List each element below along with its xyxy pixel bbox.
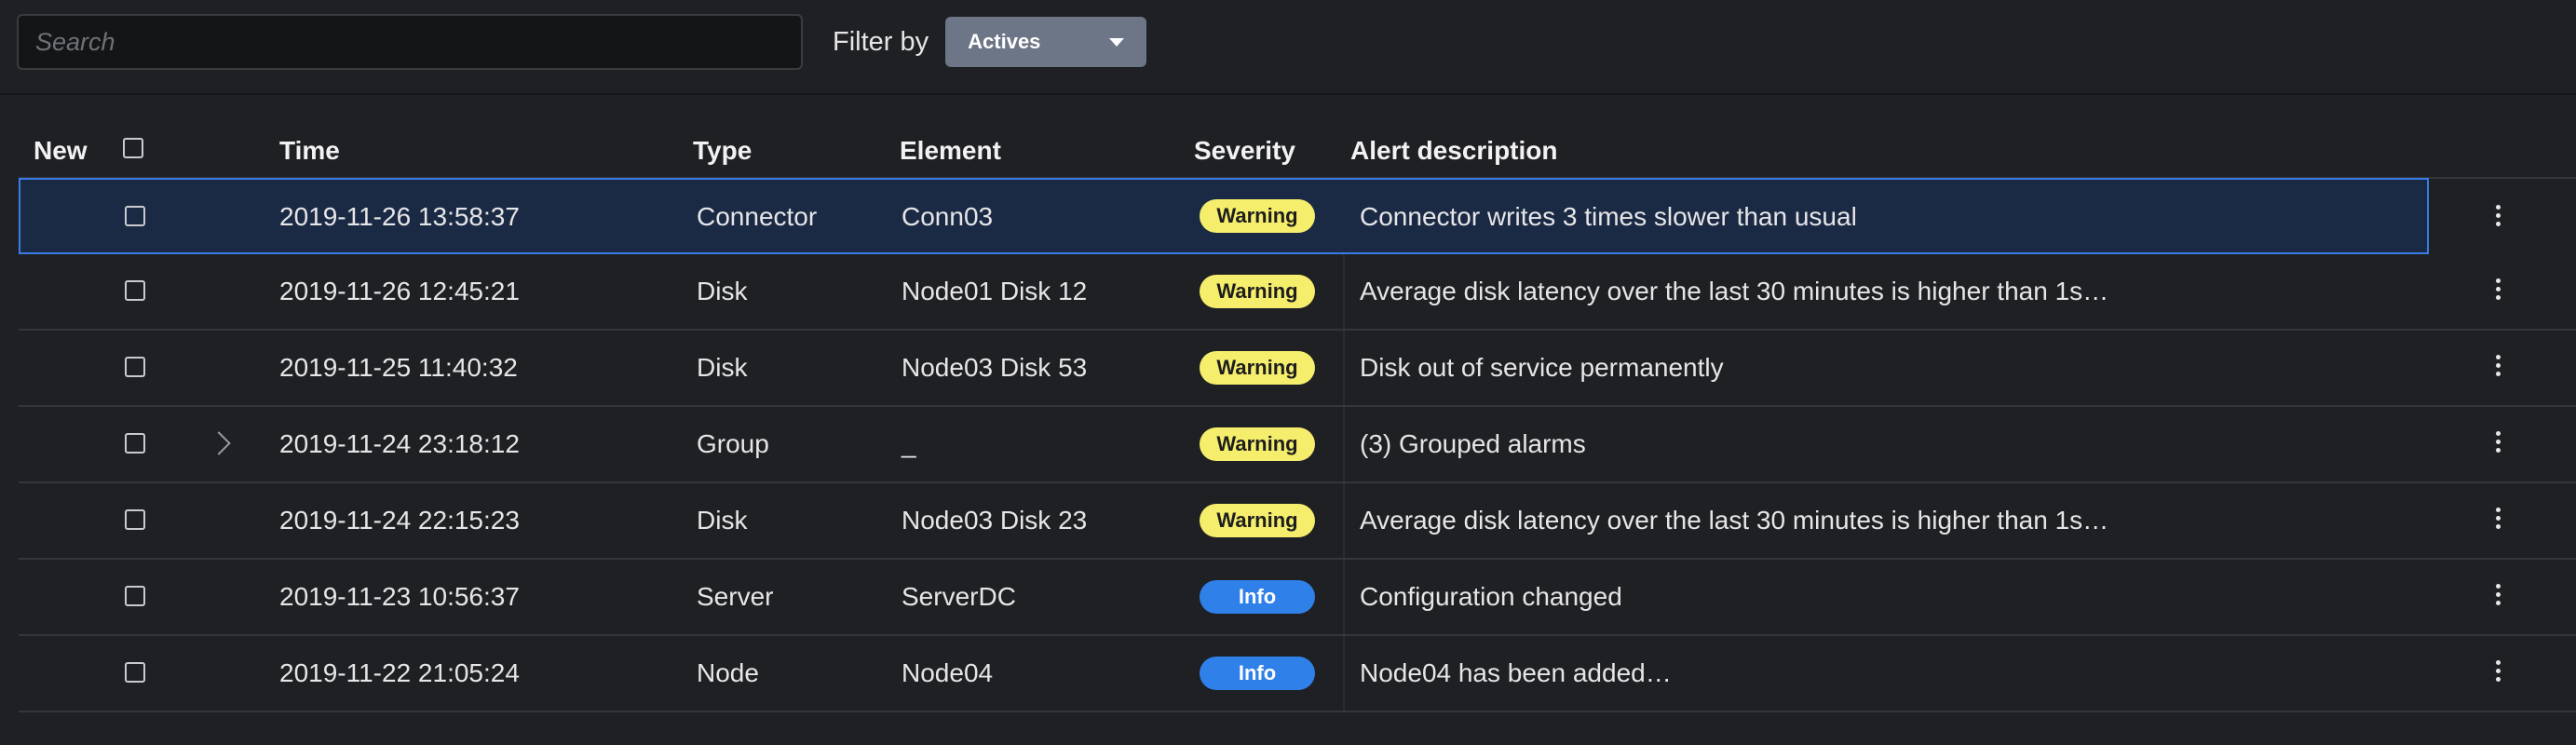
row-time: 2019-11-22 21:05:24 — [279, 658, 520, 687]
row-element: Conn03 — [902, 202, 994, 231]
caret-down-icon — [1109, 37, 1125, 47]
table-row[interactable]: 2019-11-24 23:18:12 Group _ Warning (3) … — [19, 407, 2576, 483]
row-time: 2019-11-23 10:56:37 — [279, 582, 520, 611]
row-checkbox[interactable] — [125, 280, 145, 301]
row-type: Group — [697, 429, 769, 458]
row-checkbox[interactable] — [125, 662, 145, 683]
row-type: Disk — [697, 353, 748, 382]
more-vertical-icon[interactable] — [2488, 431, 2507, 457]
row-description: Configuration changed — [1360, 582, 1622, 611]
row-time: 2019-11-24 23:18:12 — [279, 429, 520, 458]
row-type: Node — [697, 658, 759, 687]
column-divider — [1343, 483, 1345, 558]
more-vertical-icon[interactable] — [2488, 508, 2507, 534]
header-element[interactable]: Element — [900, 136, 1001, 166]
more-vertical-icon[interactable] — [2488, 660, 2507, 686]
row-time: 2019-11-25 11:40:32 — [279, 353, 518, 382]
table-row[interactable]: 2019-11-26 13:58:37 Connector Conn03 War… — [19, 178, 2429, 254]
row-element: _ — [902, 429, 916, 458]
severity-badge: Info — [1200, 580, 1315, 614]
row-time: 2019-11-24 22:15:23 — [279, 506, 520, 535]
row-checkbox[interactable] — [125, 357, 145, 377]
filter-select[interactable]: Actives — [945, 17, 1147, 67]
filter-select-value: Actives — [968, 30, 1041, 53]
header-new[interactable]: New — [34, 136, 88, 166]
row-description: (3) Grouped alarms — [1360, 429, 1586, 458]
table-header: New Time Type Element Severity Alert des… — [19, 123, 2576, 179]
severity-badge: Warning — [1200, 427, 1315, 461]
severity-badge: Warning — [1200, 199, 1315, 233]
row-checkbox[interactable] — [125, 433, 145, 454]
severity-badge: Info — [1200, 657, 1315, 690]
row-element: Node03 Disk 53 — [902, 353, 1088, 382]
filter-label: Filter by — [833, 26, 929, 57]
select-all-checkbox[interactable] — [123, 138, 143, 158]
search-input[interactable] — [17, 14, 803, 70]
table-row[interactable]: 2019-11-23 10:56:37 Server ServerDC Info… — [19, 560, 2576, 636]
column-divider — [1343, 636, 1345, 711]
column-divider — [1343, 331, 1345, 405]
row-element: Node01 Disk 12 — [902, 277, 1088, 305]
chevron-right-icon[interactable] — [207, 431, 231, 455]
alerts-table: New Time Type Element Severity Alert des… — [19, 123, 2576, 712]
row-type: Connector — [697, 202, 818, 231]
row-checkbox[interactable] — [125, 206, 145, 226]
header-type[interactable]: Type — [693, 136, 752, 166]
row-element: ServerDC — [902, 582, 1016, 611]
column-divider — [1343, 254, 1345, 329]
row-type: Server — [697, 582, 774, 611]
severity-badge: Warning — [1200, 351, 1315, 385]
table-row[interactable]: 2019-11-22 21:05:24 Node Node04 Info Nod… — [19, 636, 2576, 712]
row-checkbox[interactable] — [125, 586, 145, 606]
row-type: Disk — [697, 506, 748, 535]
table-row[interactable]: 2019-11-24 22:15:23 Disk Node03 Disk 23 … — [19, 483, 2576, 560]
row-description: Connector writes 3 times slower than usu… — [1360, 202, 1857, 231]
toolbar: Filter by Actives — [17, 13, 1147, 71]
more-vertical-icon[interactable] — [2488, 584, 2507, 610]
row-description: Average disk latency over the last 30 mi… — [1360, 506, 2109, 535]
header-time[interactable]: Time — [279, 136, 340, 166]
header-alert-description[interactable]: Alert description — [1350, 136, 1557, 166]
column-divider — [1343, 560, 1345, 634]
row-time: 2019-11-26 13:58:37 — [279, 202, 520, 231]
more-vertical-icon[interactable] — [2488, 355, 2507, 381]
column-divider — [1343, 407, 1345, 481]
row-checkbox[interactable] — [125, 509, 145, 530]
severity-badge: Warning — [1200, 275, 1315, 308]
row-element: Node04 — [902, 658, 994, 687]
toolbar-divider — [0, 93, 2576, 95]
header-severity[interactable]: Severity — [1194, 136, 1295, 166]
severity-badge: Warning — [1200, 504, 1315, 537]
row-description: Node04 has been added… — [1360, 658, 1672, 687]
row-element: Node03 Disk 23 — [902, 506, 1088, 535]
more-vertical-icon[interactable] — [2488, 205, 2507, 231]
row-description: Average disk latency over the last 30 mi… — [1360, 277, 2109, 305]
row-type: Disk — [697, 277, 748, 305]
table-row[interactable]: 2019-11-25 11:40:32 Disk Node03 Disk 53 … — [19, 331, 2576, 407]
row-time: 2019-11-26 12:45:21 — [279, 277, 520, 305]
row-description: Disk out of service permanently — [1360, 353, 1724, 382]
table-row[interactable]: 2019-11-26 12:45:21 Disk Node01 Disk 12 … — [19, 254, 2576, 331]
more-vertical-icon[interactable] — [2488, 278, 2507, 305]
